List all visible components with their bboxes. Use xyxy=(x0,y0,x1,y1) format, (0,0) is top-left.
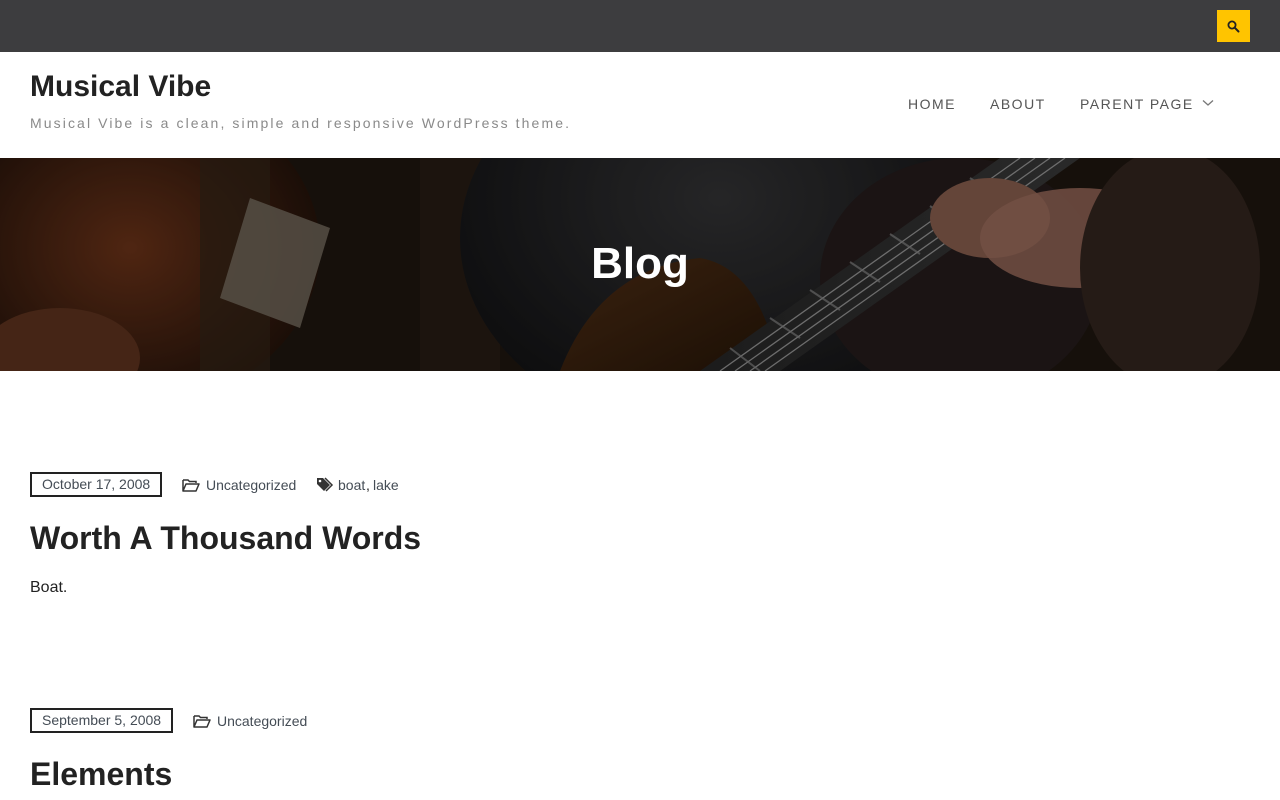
site-description: Musical Vibe is a clean, simple and resp… xyxy=(30,115,572,131)
post-tag-link[interactable]: boat xyxy=(338,477,365,493)
site-header: Musical Vibe Musical Vibe is a clean, si… xyxy=(0,52,1280,158)
folder-open-icon xyxy=(182,479,200,492)
nav-item-parent-page[interactable]: PARENT PAGE xyxy=(1080,96,1194,112)
hero-banner: Blog xyxy=(0,158,1280,371)
main-navigation: HOME ABOUT PARENT PAGE xyxy=(0,96,1280,114)
post-tag-link[interactable]: lake xyxy=(373,477,399,493)
post-category-link[interactable]: Uncategorized xyxy=(217,713,307,729)
post-category-link[interactable]: Uncategorized xyxy=(206,477,296,493)
post-title[interactable]: Worth A Thousand Words xyxy=(30,520,421,556)
nav-item-about[interactable]: ABOUT xyxy=(990,96,1046,112)
post-date[interactable]: October 17, 2008 xyxy=(30,472,163,497)
nav-item-home[interactable]: HOME xyxy=(908,96,956,112)
search-button[interactable] xyxy=(1217,10,1250,42)
tags-icon xyxy=(317,477,334,492)
post-date[interactable]: September 5, 2008 xyxy=(30,708,174,733)
chevron-down-icon[interactable] xyxy=(1202,99,1214,107)
folder-open-icon xyxy=(193,715,211,728)
post-title[interactable]: Elements xyxy=(30,756,172,792)
tag-separator: , xyxy=(366,477,370,493)
page-title: Blog xyxy=(591,239,689,288)
top-bar xyxy=(0,0,1280,52)
post-excerpt: Boat. xyxy=(30,579,68,596)
search-icon xyxy=(1227,20,1240,32)
